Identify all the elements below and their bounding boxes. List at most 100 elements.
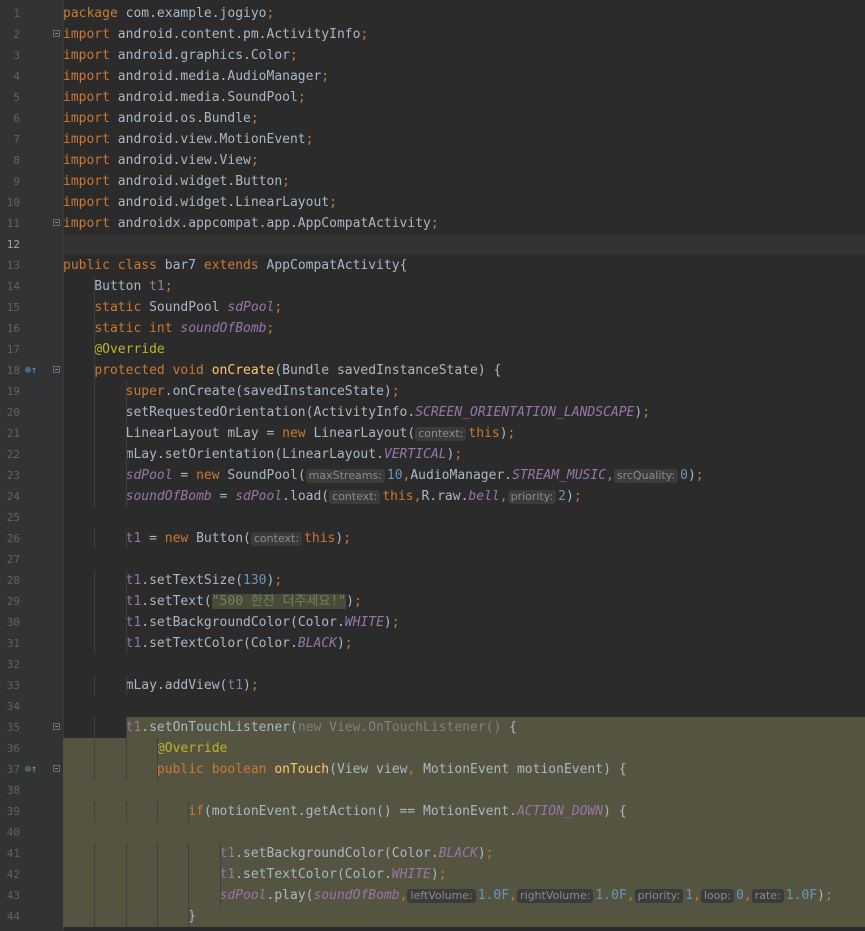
code-line[interactable]: 14 Button t1;	[0, 276, 865, 297]
code-line[interactable]: 30 t1.setBackgroundColor(Color.WHITE);	[0, 612, 865, 633]
code-text[interactable]: Button t1;	[63, 276, 172, 297]
code-line[interactable]: 32	[0, 654, 865, 675]
line-number: 3	[13, 49, 20, 62]
code-line[interactable]: 34	[0, 696, 865, 717]
code-line[interactable]: 42 t1.setTextColor(Color.WHITE);	[0, 864, 865, 885]
code-text[interactable]: static SoundPool sdPool;	[63, 297, 282, 318]
code-line[interactable]: 18 ⊚↑ protected void onCreate(Bundle save…	[0, 360, 865, 381]
code-line[interactable]: 19 super.onCreate(savedInstanceState);	[0, 381, 865, 402]
code-line[interactable]: 2 import android.content.pm.ActivityInfo;	[0, 24, 865, 45]
code-token: t1	[125, 531, 142, 546]
code-text[interactable]: sdPool.play(soundOfBomb, leftVolume: 1.0F,…	[63, 885, 833, 906]
code-line[interactable]: 12	[0, 234, 865, 255]
fold-toggle-icon[interactable]	[53, 723, 60, 730]
code-text[interactable]: import android.media.SoundPool;	[63, 87, 306, 108]
code-text[interactable]: import android.view.MotionEvent;	[63, 129, 313, 150]
code-line[interactable]: 26 t1 = new Button(context: this);	[0, 528, 865, 549]
code-line[interactable]: 11 import androidx.appcompat.app.AppCompa…	[0, 213, 865, 234]
code-line[interactable]: 10 import android.widget.LinearLayout;	[0, 192, 865, 213]
code-line[interactable]: 25	[0, 507, 865, 528]
code-text[interactable]: }	[63, 906, 196, 927]
code-text[interactable]: public boolean onTouch(View view, Motion…	[63, 759, 627, 780]
line-number: 26	[6, 532, 20, 545]
fold-toggle-icon[interactable]	[53, 30, 60, 37]
code-text[interactable]: t1.setText("500 한잔 더주세요!");	[63, 591, 362, 612]
code-text[interactable]: mLay.addView(t1);	[63, 675, 259, 696]
code-text[interactable]: t1 = new Button(context: this);	[63, 528, 351, 549]
code-line[interactable]: 3 import android.graphics.Color;	[0, 45, 865, 66]
code-text[interactable]: protected void onCreate(Bundle savedInst…	[63, 360, 501, 381]
code-line[interactable]: 31 t1.setTextColor(Color.BLACK);	[0, 633, 865, 654]
code-line[interactable]: 44 }	[0, 906, 865, 927]
code-text[interactable]: LinearLayout mLay = new LinearLayout(con…	[63, 423, 515, 444]
code-line[interactable]: 36 @Override	[0, 738, 865, 759]
implements-method-icon[interactable]: ⊙↑	[25, 759, 37, 780]
code-line[interactable]: 29 t1.setText("500 한잔 더주세요!");	[0, 591, 865, 612]
code-line[interactable]: 7 import android.view.MotionEvent;	[0, 129, 865, 150]
code-text[interactable]: @Override	[63, 339, 164, 360]
code-token: sdPool	[235, 489, 283, 504]
code-text[interactable]: @Override	[63, 738, 227, 759]
code-text[interactable]: t1.setTextColor(Color.WHITE);	[63, 864, 447, 885]
code-text[interactable]: soundOfBomb = sdPool.load(context: this, R…	[63, 486, 582, 507]
code-line[interactable]: 4 import android.media.AudioManager;	[0, 66, 865, 87]
code-text[interactable]: import android.view.View;	[63, 150, 259, 171]
code-text[interactable]: package com.example.jogiyo;	[63, 3, 274, 24]
code-line[interactable]: 33 mLay.addView(t1);	[0, 675, 865, 696]
code-line[interactable]: 22 mLay.setOrientation(LinearLayout.VERT…	[0, 444, 865, 465]
indent-guide	[94, 591, 96, 612]
code-text[interactable]: t1.setTextColor(Color.BLACK);	[63, 633, 353, 654]
code-text[interactable]: import android.media.AudioManager;	[63, 66, 329, 87]
code-line[interactable]: 37 ⊙↑ public boolean onTouch(View view, M…	[0, 759, 865, 780]
code-line[interactable]: 20 setRequestedOrientation(ActivityInfo.…	[0, 402, 865, 423]
code-line[interactable]: 6 import android.os.Bundle;	[0, 108, 865, 129]
fold-toggle-icon[interactable]	[53, 219, 60, 226]
code-line[interactable]: 15 static SoundPool sdPool;	[0, 297, 865, 318]
indent-guide	[188, 885, 190, 906]
fold-toggle-icon[interactable]	[53, 366, 60, 373]
code-line[interactable]: 17 @Override	[0, 339, 865, 360]
code-line[interactable]: 39 if(motionEvent.getAction() == MotionE…	[0, 801, 865, 822]
code-line[interactable]: 1 package com.example.jogiyo;	[0, 3, 865, 24]
code-text[interactable]: import android.content.pm.ActivityInfo;	[63, 24, 368, 45]
code-text[interactable]: if(motionEvent.getAction() == MotionEven…	[63, 801, 626, 822]
code-line[interactable]: 40	[0, 822, 865, 843]
code-text[interactable]: setRequestedOrientation(ActivityInfo.SCR…	[63, 402, 650, 423]
code-text[interactable]: import android.widget.LinearLayout;	[63, 192, 337, 213]
code-text[interactable]: t1.setTextSize(130);	[63, 570, 283, 591]
code-text[interactable]: t1.setBackgroundColor(Color.BLACK);	[63, 843, 494, 864]
overrides-method-icon[interactable]: ⊚↑	[25, 360, 37, 381]
code-text[interactable]: t1.setOnTouchListener(new View.OnTouchLi…	[63, 717, 517, 738]
code-line[interactable]: 23 sdPool = new SoundPool(maxStreams: 10,…	[0, 465, 865, 486]
code-line[interactable]: 8 import android.view.View;	[0, 150, 865, 171]
code-text[interactable]: t1.setBackgroundColor(Color.WHITE);	[63, 612, 400, 633]
code-line[interactable]: 5 import android.media.SoundPool;	[0, 87, 865, 108]
code-text[interactable]: import android.os.Bundle;	[63, 108, 259, 129]
code-line[interactable]: 21 LinearLayout mLay = new LinearLayout(…	[0, 423, 865, 444]
fold-toggle-icon[interactable]	[53, 765, 60, 772]
code-token: ,	[626, 888, 635, 903]
code-line[interactable]: 27	[0, 549, 865, 570]
code-text[interactable]: public class bar7 extends AppCompatActiv…	[63, 255, 407, 276]
code-text[interactable]: sdPool = new SoundPool(maxStreams: 10, Aud…	[63, 465, 704, 486]
code-text[interactable]: import android.widget.Button;	[63, 171, 290, 192]
code-line[interactable]: 24 soundOfBomb = sdPool.load(context: thi…	[0, 486, 865, 507]
code-text[interactable]: import android.graphics.Color;	[63, 45, 298, 66]
code-line[interactable]: 43 sdPool.play(soundOfBomb, leftVolume: 1.…	[0, 885, 865, 906]
code-text[interactable]: import androidx.appcompat.app.AppCompatA…	[63, 213, 439, 234]
code-text[interactable]: super.onCreate(savedInstanceState);	[63, 381, 400, 402]
code-line[interactable]: 35 t1.setOnTouchListener(new View.OnTouc…	[0, 717, 865, 738]
code-token: .setBackgroundColor(Color.	[141, 615, 345, 630]
code-line[interactable]: 16 static int soundOfBomb;	[0, 318, 865, 339]
code-line[interactable]: 13 public class bar7 extends AppCompatAct…	[0, 255, 865, 276]
code-text[interactable]: mLay.setOrientation(LinearLayout.VERTICA…	[63, 444, 463, 465]
code-lines[interactable]: 1 package com.example.jogiyo; 2 import andr…	[0, 3, 865, 927]
code-line[interactable]: 28 t1.setTextSize(130);	[0, 570, 865, 591]
indent-guide	[125, 381, 127, 402]
code-line[interactable]: 41 t1.setBackgroundColor(Color.BLACK);	[0, 843, 865, 864]
code-line[interactable]: 38	[0, 780, 865, 801]
code-line[interactable]: 9 import android.widget.Button;	[0, 171, 865, 192]
code-editor[interactable]: 1 package com.example.jogiyo; 2 import andr…	[0, 0, 865, 931]
line-number: 15	[6, 301, 20, 314]
